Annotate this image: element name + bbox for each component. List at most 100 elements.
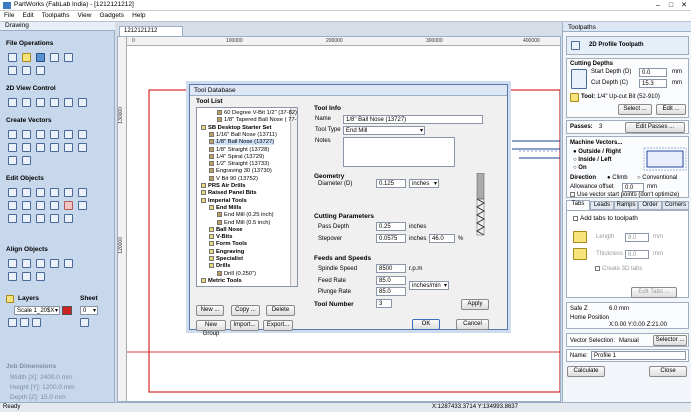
tool-group-item[interactable]: Form Tools [209, 241, 247, 247]
line-icon[interactable] [78, 130, 87, 139]
tool-item[interactable]: Drill (0.250") [217, 270, 256, 277]
copy-tool-button[interactable]: Copy ... [231, 305, 260, 316]
add-tabs-checkbox-box[interactable] [573, 215, 578, 221]
tool-group-item[interactable]: V-Bits [209, 234, 232, 240]
tool-item[interactable]: 1/8" Ball Nose (13727) [209, 139, 275, 146]
outside-radio[interactable]: ● Outside / Right [573, 149, 621, 155]
stepover-input[interactable]: 0.0575 [376, 234, 406, 243]
align-top-icon[interactable] [50, 259, 59, 268]
offset-icon[interactable] [36, 143, 45, 152]
sheet-select[interactable]: 0 [80, 306, 98, 315]
start-depth-input[interactable]: 0.0 [639, 68, 667, 77]
new-tool-button[interactable]: New ... [196, 305, 224, 316]
rotate-icon[interactable] [64, 188, 73, 197]
polygon-icon[interactable] [50, 130, 59, 139]
tool-group-item[interactable]: Raised Panel Bits [201, 190, 257, 196]
menu-view[interactable]: View [74, 11, 96, 20]
menu-help[interactable]: Help [128, 11, 149, 20]
spindle-speed-input[interactable]: 8500 [376, 264, 406, 273]
mirror-icon[interactable] [78, 188, 87, 197]
array-copy-icon[interactable] [36, 214, 45, 223]
tool-group-item[interactable]: Drills [209, 263, 231, 269]
cancel-button[interactable]: Cancel [456, 319, 489, 330]
feed-rate-input[interactable]: 85.0 [376, 276, 406, 285]
plunge-rate-input[interactable]: 85.0 [376, 287, 406, 296]
edit-tool-button[interactable]: Edit ... [656, 104, 686, 115]
align-bottom-icon[interactable] [8, 272, 17, 281]
apply-button[interactable]: Apply [461, 299, 489, 310]
inside-radio[interactable]: ○ Inside / Left [573, 157, 612, 163]
tool-number-input[interactable]: 3 [376, 299, 392, 308]
edit-tabs-button[interactable]: Edit Tabs ... [631, 287, 677, 298]
tool-item[interactable]: 60 Degree V-Bit 1/2" (37-82) [217, 110, 297, 116]
tool-item[interactable]: Engraving 30 (13730) [209, 168, 272, 174]
undo-icon[interactable] [22, 66, 31, 75]
tool-item[interactable]: 1/8" Straight (13728) [209, 146, 269, 153]
align-middle-icon[interactable] [64, 259, 73, 268]
conventional-radio[interactable]: ○ Conventional [637, 175, 677, 181]
center-page-icon[interactable] [36, 272, 45, 281]
tool-item[interactable]: 1/8" Tapered Ball Nose ( 77-10 [217, 117, 297, 123]
new-group-button[interactable]: New Group [196, 320, 226, 337]
tree-scrollbar[interactable] [290, 108, 297, 286]
vector-start-checkbox[interactable]: Use vector start points (don't optimize) [570, 192, 679, 198]
intersect-icon[interactable] [22, 214, 31, 223]
create-3d-checkbox[interactable]: Create 3D tabs [595, 266, 642, 272]
diameter-input[interactable]: 0.125 [376, 179, 406, 188]
climb-radio[interactable]: ● Climb [607, 175, 628, 181]
tool-group-item[interactable]: Imperial Tools [201, 197, 247, 204]
tool-group-item[interactable]: End Mills [209, 204, 241, 211]
ungroup-icon[interactable] [22, 201, 31, 210]
move-icon[interactable] [36, 188, 45, 197]
create-3d-checkbox-box[interactable] [595, 266, 600, 271]
group-icon[interactable] [8, 201, 17, 210]
select-tool-button[interactable]: Select ... [618, 104, 652, 115]
node-edit-icon[interactable] [22, 188, 31, 197]
tab-order[interactable]: Order [638, 201, 662, 210]
calculate-button[interactable]: Calculate [567, 366, 605, 377]
tool-group-item[interactable]: Ball Nose [209, 226, 242, 233]
pan-icon[interactable] [64, 98, 73, 107]
subtract-icon[interactable] [8, 214, 17, 223]
view-3d-icon[interactable] [78, 98, 87, 107]
dimension-icon[interactable] [78, 143, 87, 152]
tool-item[interactable]: End Mill (0.5 inch) [217, 219, 270, 226]
distribute-icon[interactable] [22, 272, 31, 281]
notes-textarea[interactable] [343, 137, 455, 167]
tab-leads[interactable]: Leads [590, 201, 614, 210]
tab-ramps[interactable]: Ramps [614, 201, 638, 210]
layer-select[interactable]: Scale 1_20$X [14, 306, 60, 315]
diameter-unit-select[interactable]: inches [409, 179, 439, 188]
select-icon[interactable] [8, 188, 17, 197]
menu-gadgets[interactable]: Gadgets [96, 11, 129, 20]
open-file-icon[interactable] [22, 53, 31, 62]
draw-shape-icon[interactable] [8, 156, 17, 165]
delete-tool-button[interactable]: Delete [266, 305, 295, 316]
allowance-input[interactable]: 0.0 [622, 183, 644, 192]
menu-edit[interactable]: Edit [18, 11, 37, 20]
tool-item[interactable]: End Mill (0.25 inch) [217, 212, 274, 218]
on-radio[interactable]: ○ On [573, 165, 587, 171]
text-arc-icon[interactable] [22, 143, 31, 152]
nest-icon[interactable] [50, 214, 59, 223]
fillet-icon[interactable] [50, 143, 59, 152]
tool-item[interactable]: 1/16" Ball Nose (13711) [209, 131, 277, 138]
weld-icon[interactable] [78, 201, 87, 210]
align-right-icon[interactable] [36, 259, 45, 268]
minimize-button[interactable]: – [653, 1, 663, 10]
export-button[interactable]: Export... [263, 320, 293, 331]
trace-bitmap-icon[interactable] [22, 156, 31, 165]
job-setup-icon[interactable] [8, 66, 17, 75]
zoom-in-icon[interactable] [8, 98, 17, 107]
stepover-percent-input[interactable]: 46.0 [429, 234, 455, 243]
save-icon[interactable] [36, 53, 45, 62]
tool-item[interactable]: V Bit 90 (13752) [209, 175, 258, 182]
star-icon[interactable] [64, 130, 73, 139]
circle-icon[interactable] [8, 130, 17, 139]
tool-item[interactable]: 1/4" Spiral (13729) [209, 153, 264, 160]
tool-type-select[interactable]: End Mill [343, 126, 425, 135]
menu-toolpaths[interactable]: Toolpaths [38, 11, 74, 20]
scale-icon[interactable] [50, 188, 59, 197]
rectangle-icon[interactable] [36, 130, 45, 139]
zoom-fit-icon[interactable] [36, 98, 45, 107]
